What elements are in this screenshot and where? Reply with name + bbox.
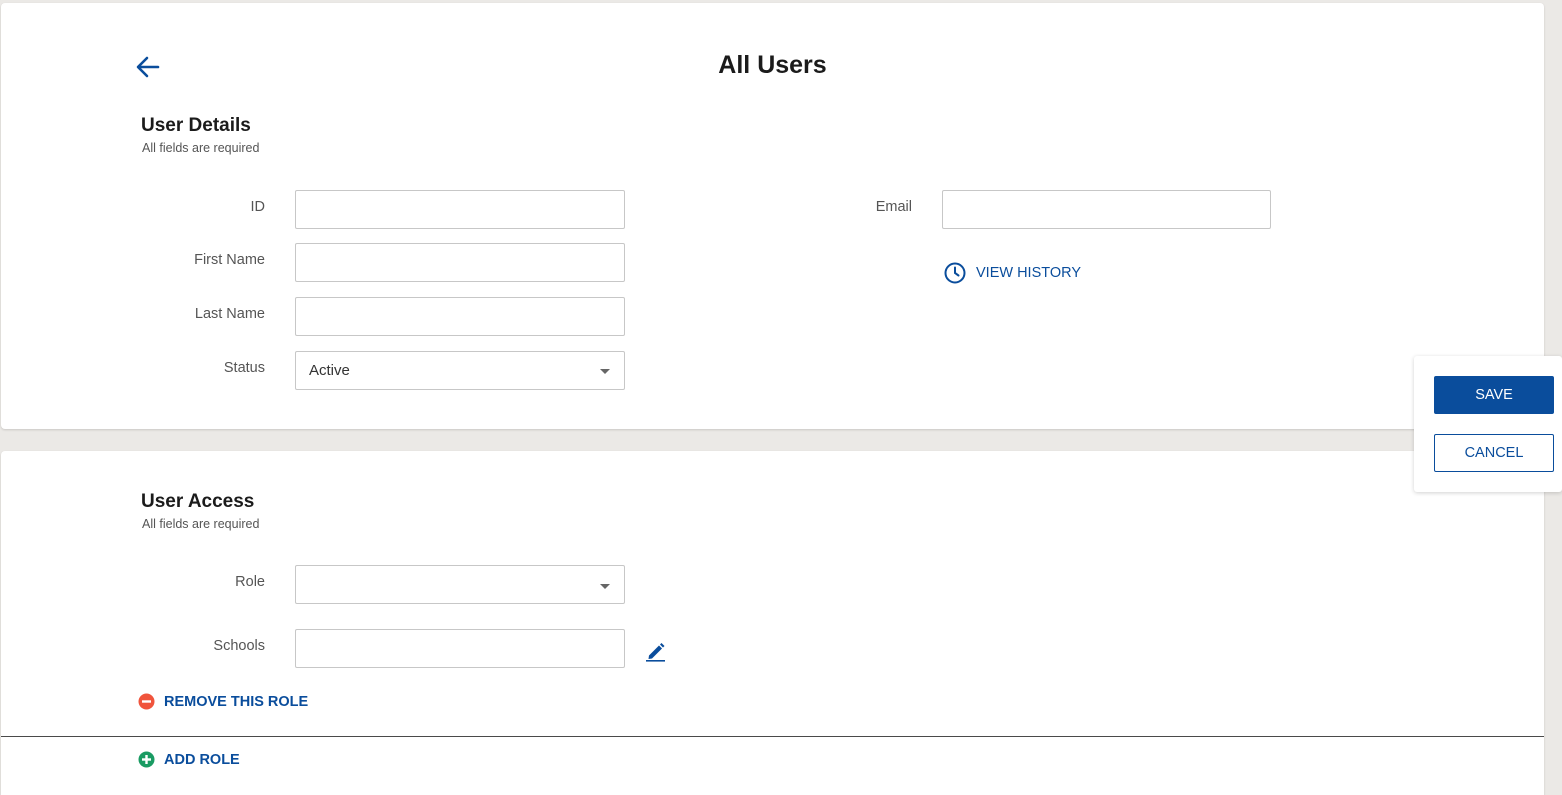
user-access-title: User Access [141, 491, 255, 512]
email-label: Email [875, 199, 912, 215]
status-label: Status [223, 360, 265, 376]
user-details-card: All Users User Details All fields are re… [1, 3, 1544, 429]
view-history-button[interactable]: VIEW HISTORY [943, 261, 1081, 285]
chevron-down-icon [600, 369, 610, 374]
action-panel: SAVE CANCEL [1414, 356, 1562, 492]
cancel-button[interactable]: CANCEL [1434, 434, 1554, 472]
remove-role-label: REMOVE THIS ROLE [164, 693, 309, 710]
remove-role-button[interactable]: REMOVE THIS ROLE [138, 693, 308, 710]
user-access-subtitle: All fields are required [142, 517, 260, 531]
add-role-button[interactable]: ADD ROLE [138, 751, 240, 768]
role-select[interactable] [295, 565, 625, 604]
user-access-card: User Access All fields are required Role… [1, 451, 1544, 795]
first-name-input[interactable] [295, 243, 625, 282]
minus-circle-icon [138, 693, 155, 710]
status-selected-value: Active [309, 362, 350, 379]
id-input[interactable] [295, 190, 625, 229]
pencil-icon[interactable] [645, 640, 667, 662]
chevron-down-icon [600, 584, 610, 589]
plus-circle-icon [138, 751, 155, 768]
clock-icon [943, 261, 967, 285]
id-label: ID [250, 199, 266, 215]
save-button[interactable]: SAVE [1434, 376, 1554, 414]
status-select[interactable]: Active [295, 351, 625, 390]
first-name-label: First Name [194, 252, 265, 268]
user-details-title: User Details [141, 115, 251, 136]
role-divider [1, 736, 1544, 737]
role-label: Role [235, 574, 265, 590]
add-role-label: ADD ROLE [164, 751, 240, 768]
page-title: All Users [718, 51, 827, 79]
email-input[interactable] [942, 190, 1271, 229]
last-name-label: Last Name [194, 306, 265, 322]
user-details-subtitle: All fields are required [142, 141, 260, 155]
schools-label: Schools [213, 638, 265, 654]
view-history-label: VIEW HISTORY [976, 265, 1082, 281]
schools-input[interactable] [295, 629, 625, 668]
last-name-input[interactable] [295, 297, 625, 336]
